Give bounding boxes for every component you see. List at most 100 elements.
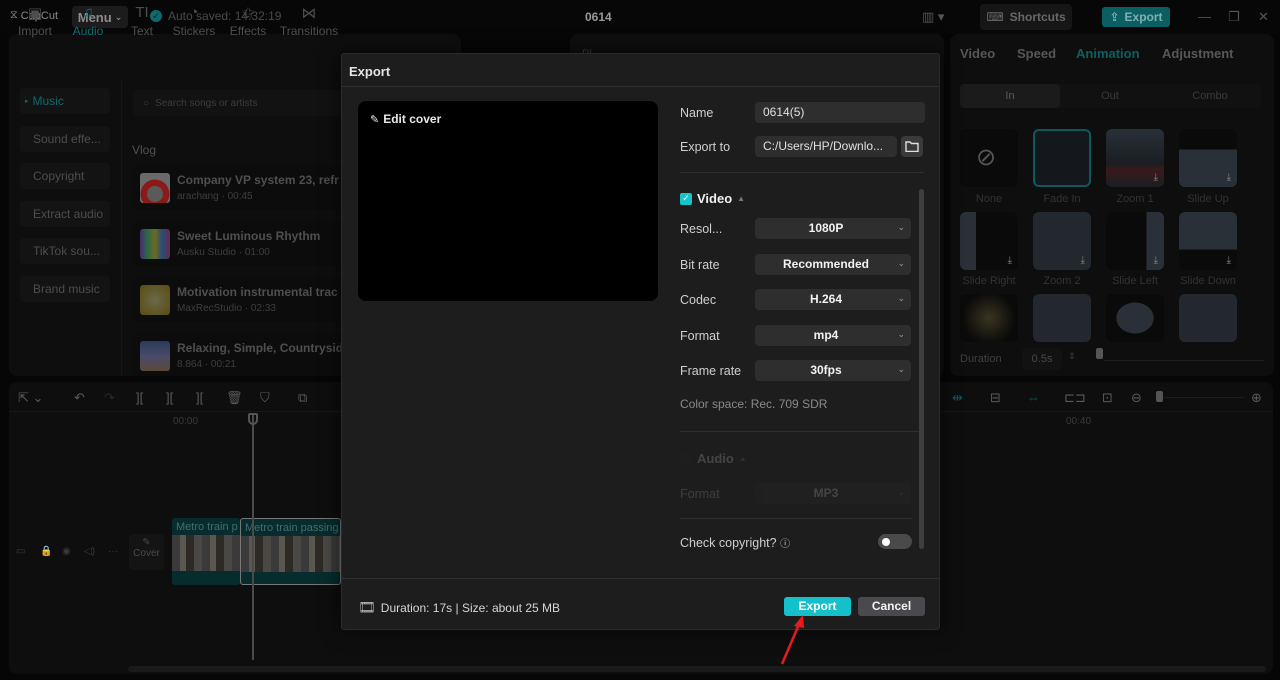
magnet-icon[interactable]: ⇹ — [952, 390, 963, 406]
tab-animation[interactable]: Animation — [1076, 46, 1140, 61]
zoom-out-icon[interactable]: ⊖ — [1131, 390, 1142, 406]
layout-icon[interactable]: ▥ ▾ — [922, 9, 944, 25]
zoom-slider-handle[interactable] — [1156, 391, 1163, 402]
animation-slide-left[interactable]: ⤓ — [1106, 212, 1164, 270]
tab-speed[interactable]: Speed — [1017, 46, 1056, 61]
top-export-button[interactable]: ⇪ Export — [1102, 7, 1170, 27]
tab-text[interactable]: TI Text — [116, 4, 168, 38]
song-item[interactable]: Relaxing, Simple, Countrysid 8.864 · 00:2… — [132, 333, 347, 376]
tab-audio[interactable]: ♫ Audio — [62, 4, 114, 38]
tab-video[interactable]: Video — [960, 46, 995, 61]
cancel-button[interactable]: Cancel — [858, 597, 925, 616]
timeline-scrollbar[interactable] — [128, 666, 1266, 672]
freeze-icon[interactable]: ⧉ — [298, 390, 307, 406]
delete-icon[interactable]: 🗑 — [226, 390, 243, 406]
video-clip[interactable]: Metro train p — [172, 518, 240, 585]
audio-format-select[interactable]: MP3 ⌄ — [755, 483, 911, 504]
animation-slide-up[interactable]: ⤓ — [1179, 129, 1237, 187]
marker-icon[interactable]: ⛉ — [260, 390, 270, 406]
eye-icon[interactable]: ◉ — [62, 546, 71, 557]
tab-label: Audio — [72, 24, 104, 38]
animation-fade-in[interactable] — [1033, 129, 1091, 187]
animation-label: Slide Left — [1112, 275, 1158, 287]
animation-item[interactable] — [1179, 294, 1237, 342]
sidebar-item-tiktok-sounds[interactable]: TikTok sou... — [20, 238, 110, 264]
animation-item[interactable] — [960, 294, 1018, 342]
animation-slide-down[interactable]: ⤓ — [1179, 212, 1237, 270]
animation-zoom-1[interactable]: ⤓ — [1106, 129, 1164, 187]
auto-snap-icon[interactable]: ⊟ — [990, 390, 1001, 406]
settings-scrollbar[interactable] — [919, 189, 924, 549]
sidebar-item-music[interactable]: ▸ Music — [20, 88, 110, 114]
trim-left-icon[interactable]: ][ — [166, 390, 173, 405]
animation-slide-right[interactable]: ⤓ — [960, 212, 1018, 270]
duration-slider-track[interactable] — [1104, 360, 1264, 361]
export-path-input[interactable]: C:/Users/HP/Downlo... — [755, 136, 897, 157]
song-item[interactable]: Company VP system 23, refr arachang · 00:… — [132, 165, 347, 210]
tab-transitions[interactable]: ⋈ Transitions — [278, 4, 340, 38]
audio-checkbox[interactable] — [680, 452, 692, 465]
sidebar-item-copyright[interactable]: Copyright — [20, 163, 110, 189]
sidebar-item-brand-music[interactable]: Brand music — [20, 276, 110, 302]
tab-effects[interactable]: ✩ Effects — [222, 4, 274, 38]
video-checkbox[interactable]: ✓ — [680, 192, 692, 205]
zoom-fit-icon[interactable]: ⊡ — [1102, 390, 1113, 406]
tab-adjustment[interactable]: Adjustment — [1162, 46, 1234, 61]
playhead-handle[interactable] — [248, 413, 258, 425]
animation-none[interactable]: ⊘ — [960, 129, 1018, 187]
restore-icon[interactable]: ❐ — [1228, 9, 1240, 25]
sidebar-item-extract-audio[interactable]: Extract audio — [20, 201, 110, 227]
preview-axis-icon[interactable]: ⊏⊐ — [1064, 390, 1086, 406]
split-icon[interactable]: ][ — [136, 390, 143, 405]
audio-section-header[interactable]: Audio ▲ — [680, 451, 747, 466]
sidebar-label: Extract audio — [33, 207, 104, 221]
segment-in[interactable]: In — [960, 84, 1060, 108]
shortcuts-button[interactable]: ⌨ Shortcuts — [980, 4, 1072, 30]
redo-icon[interactable]: ↷ — [104, 390, 115, 406]
bitrate-select[interactable]: Recommended ⌄ — [755, 254, 911, 275]
more-icon[interactable]: ··· — [108, 546, 118, 557]
song-item[interactable]: Motivation instrumental trac MaxRecStudio… — [132, 277, 347, 322]
name-input[interactable]: 0614(5) — [755, 102, 925, 123]
video-section-header[interactable]: ✓ Video ▲ — [680, 191, 745, 206]
zoom-in-icon[interactable]: ⊕ — [1251, 390, 1262, 406]
lock-icon[interactable]: 🔒 — [40, 546, 52, 557]
browse-folder-button[interactable] — [901, 136, 923, 157]
edit-cover-button[interactable]: ✎ Edit cover — [370, 112, 441, 126]
close-icon[interactable]: ✕ — [1258, 9, 1269, 25]
link-icon[interactable]: ⇔ — [1027, 390, 1040, 405]
search-input[interactable]: ○ Search songs or artists — [133, 90, 353, 116]
trim-right-icon[interactable]: ][ — [196, 390, 203, 405]
animation-item[interactable] — [1106, 294, 1164, 342]
animation-item[interactable] — [1033, 294, 1091, 342]
select-tool-icon[interactable]: ⇱ ⌄ — [18, 390, 43, 406]
minimize-icon[interactable]: — — [1198, 9, 1211, 24]
song-subtitle: Ausku Studio · 01:00 — [177, 247, 270, 258]
duration-slider-handle[interactable] — [1096, 348, 1103, 359]
format-select[interactable]: mp4 ⌄ — [755, 325, 911, 346]
help-icon[interactable]: ⓘ — [780, 539, 790, 550]
copyright-toggle[interactable] — [878, 534, 912, 549]
playhead[interactable] — [252, 414, 254, 660]
capcut-window: ⧖ CapCut Menu ⌄ ✓ Auto saved: 14:32:19 0614… — [0, 0, 1280, 680]
dialog-title: Export — [349, 64, 391, 79]
sidebar-item-sound-effects[interactable]: Sound effe... — [20, 126, 110, 152]
segment-combo[interactable]: Combo — [1160, 84, 1260, 108]
stepper-icon[interactable]: ⇕ — [1068, 351, 1076, 362]
volume-icon[interactable]: ◁) — [84, 546, 95, 557]
tab-stickers[interactable]: ◔ Stickers — [168, 4, 220, 38]
resolution-select[interactable]: 1080P ⌄ — [755, 218, 911, 239]
animation-zoom-2[interactable]: ⤓ — [1033, 212, 1091, 270]
segment-out[interactable]: Out — [1060, 84, 1160, 108]
frame-rate-select[interactable]: 30fps ⌄ — [755, 360, 911, 381]
codec-select[interactable]: H.264 ⌄ — [755, 289, 911, 310]
cover-button[interactable]: ✎ Cover — [129, 534, 164, 570]
track-video-icon[interactable]: ▭ — [16, 546, 25, 557]
zoom-slider-track[interactable] — [1164, 397, 1244, 398]
tab-import[interactable]: ▣ Import — [9, 4, 61, 38]
song-item[interactable]: Sweet Luminous Rhythm Ausku Studio · 01:0… — [132, 221, 347, 266]
cover-preview[interactable]: ✎ Edit cover — [358, 101, 658, 301]
undo-icon[interactable]: ↶ — [74, 390, 85, 406]
video-clip-selected[interactable]: Metro train passing — [240, 518, 341, 585]
duration-input[interactable]: 0.5s — [1022, 348, 1062, 370]
